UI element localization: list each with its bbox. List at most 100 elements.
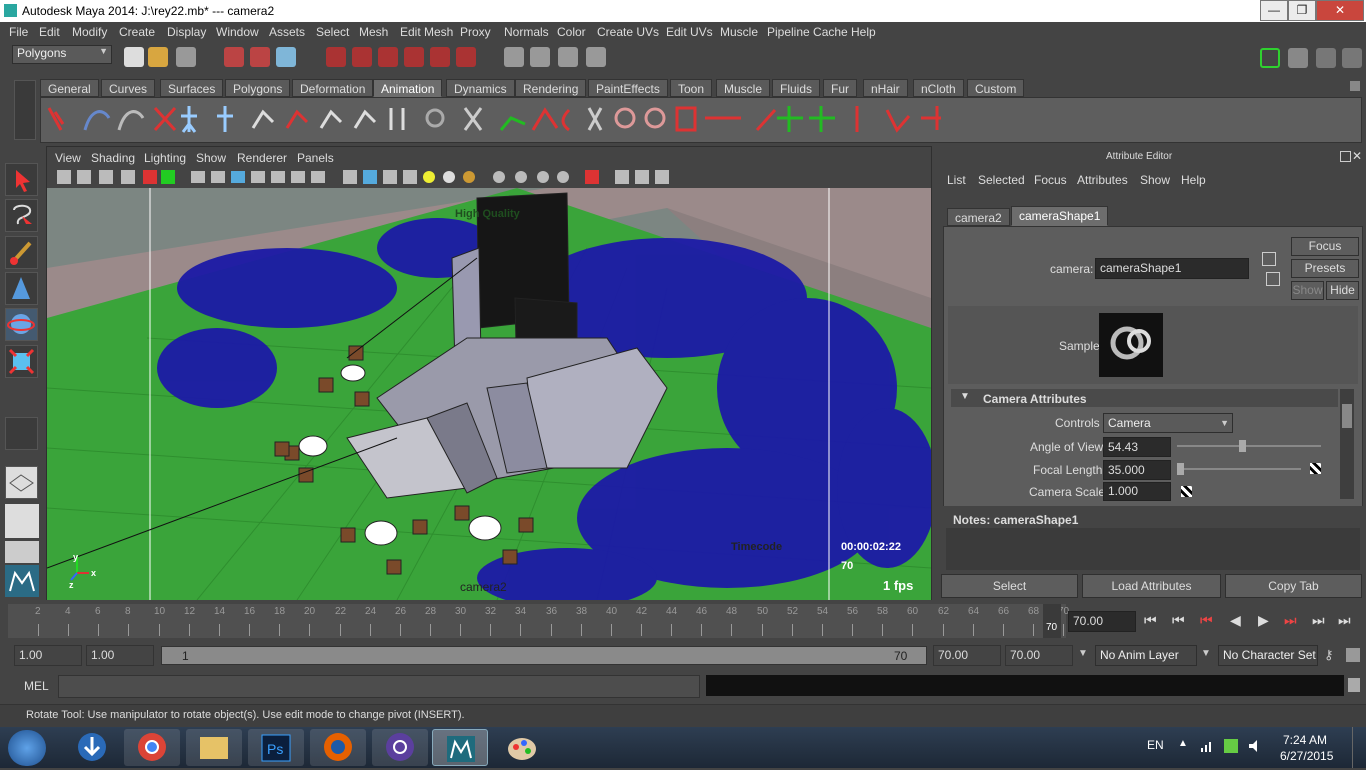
focal-length-slider[interactable] bbox=[1177, 468, 1301, 470]
new-scene-icon[interactable] bbox=[124, 47, 144, 67]
toggle-status-panel-icon[interactable] bbox=[1260, 48, 1280, 68]
focus-button[interactable]: Focus bbox=[1291, 237, 1359, 256]
show-desktop-button[interactable] bbox=[1352, 727, 1366, 768]
tab-fluids[interactable]: Fluids bbox=[772, 79, 821, 97]
menu-assets[interactable]: Assets bbox=[269, 25, 305, 39]
save-scene-icon[interactable] bbox=[176, 47, 196, 67]
show-hidden-icons-icon[interactable]: ▲ bbox=[1178, 738, 1188, 749]
snap-point-icon[interactable] bbox=[378, 47, 398, 67]
rotate-tool-icon[interactable] bbox=[5, 308, 38, 341]
focal-length-slider-thumb[interactable] bbox=[1177, 463, 1184, 475]
auto-key-icon[interactable]: ⚷ bbox=[1324, 647, 1334, 663]
select-component-icon[interactable] bbox=[276, 47, 296, 67]
notes-textarea[interactable] bbox=[946, 528, 1360, 570]
tab-custom[interactable]: Custom bbox=[967, 79, 1025, 97]
focal-length-field[interactable]: 35.000 bbox=[1103, 460, 1171, 480]
snap-curve-icon[interactable] bbox=[352, 47, 372, 67]
taskbar-bittorrent-icon[interactable] bbox=[372, 729, 428, 766]
end-time-field[interactable]: 70.00 bbox=[1005, 645, 1073, 666]
presets-button[interactable]: Presets bbox=[1291, 259, 1359, 278]
maximize-button[interactable]: ❐ bbox=[1288, 0, 1316, 21]
angle-of-view-slider-thumb[interactable] bbox=[1239, 440, 1246, 452]
step-forward-key-icon[interactable]: ⏭ bbox=[1312, 612, 1325, 629]
four-view-layout-icon[interactable] bbox=[5, 504, 39, 538]
ae-tab-camerashape1[interactable]: cameraShape1 bbox=[1011, 206, 1109, 226]
mel-label[interactable]: MEL bbox=[24, 679, 49, 693]
load-attributes-button[interactable]: Load Attributes bbox=[1082, 574, 1221, 598]
menu-create-uvs[interactable]: Create UVs bbox=[597, 25, 659, 39]
close-panel-icon[interactable]: ✕ bbox=[1352, 149, 1362, 163]
menu-muscle[interactable]: Muscle bbox=[720, 25, 758, 39]
minimize-button[interactable]: — bbox=[1260, 0, 1288, 21]
tab-ncloth[interactable]: nCloth bbox=[913, 79, 964, 97]
taskbar-maya-icon[interactable] bbox=[432, 729, 488, 766]
tab-toon[interactable]: Toon bbox=[670, 79, 713, 97]
command-input[interactable] bbox=[58, 675, 700, 698]
menu-mesh[interactable]: Mesh bbox=[359, 25, 388, 39]
taskbar-paint-icon[interactable] bbox=[494, 729, 550, 766]
volume-icon[interactable] bbox=[1248, 739, 1262, 753]
snap-live-icon[interactable] bbox=[430, 47, 450, 67]
chevron-down-icon[interactable]: ▼ bbox=[1201, 648, 1211, 659]
hide-button[interactable]: Hide bbox=[1326, 281, 1359, 300]
single-perspective-layout-icon[interactable] bbox=[5, 466, 38, 499]
character-set-dropdown[interactable]: No Character Set bbox=[1218, 645, 1318, 666]
network-icon[interactable] bbox=[1200, 739, 1214, 753]
menu-help[interactable]: Help bbox=[851, 25, 876, 39]
taskbar-firefox-icon[interactable] bbox=[310, 729, 366, 766]
menu-edit-uvs[interactable]: Edit UVs bbox=[666, 25, 713, 39]
render-settings-icon[interactable] bbox=[586, 47, 606, 67]
menu-normals[interactable]: Normals bbox=[504, 25, 549, 39]
menu-file[interactable]: File bbox=[9, 25, 28, 39]
tab-animation[interactable]: Animation bbox=[373, 79, 443, 97]
ae-menu-list[interactable]: List bbox=[947, 173, 966, 187]
shelf-options-icon[interactable] bbox=[1350, 81, 1360, 91]
paint-select-tool-icon[interactable] bbox=[5, 236, 38, 269]
open-scene-icon[interactable] bbox=[148, 47, 168, 67]
map-button-icon[interactable] bbox=[1181, 486, 1192, 497]
viewport-menu-renderer[interactable]: Renderer bbox=[237, 151, 287, 165]
menu-edit[interactable]: Edit bbox=[39, 25, 60, 39]
range-slider[interactable]: 1 70 bbox=[161, 646, 927, 665]
taskbar-photoshop-icon[interactable]: Ps bbox=[248, 729, 304, 766]
battery-icon[interactable] bbox=[1224, 739, 1238, 753]
ae-menu-focus[interactable]: Focus bbox=[1034, 173, 1067, 187]
viewport-menu-panels[interactable]: Panels bbox=[297, 151, 334, 165]
float-panel-icon[interactable] bbox=[1340, 151, 1351, 162]
ae-tab-camera2[interactable]: camera2 bbox=[947, 208, 1010, 226]
viewport-3d-scene[interactable]: High Quality Timecode 00:00:02:22 70 1 f… bbox=[47, 188, 931, 600]
tab-fur[interactable]: Fur bbox=[823, 79, 857, 97]
toggle-tool-settings-icon[interactable] bbox=[1316, 48, 1336, 68]
toggle-attribute-editor-icon[interactable] bbox=[1288, 48, 1308, 68]
playback-end-field[interactable]: 70.00 bbox=[933, 645, 1001, 666]
history-icon[interactable] bbox=[504, 47, 524, 67]
play-forwards-icon[interactable]: ▶ bbox=[1258, 612, 1269, 629]
script-editor-icon[interactable] bbox=[1348, 678, 1360, 692]
tab-dynamics[interactable]: Dynamics bbox=[446, 79, 515, 97]
step-back-key-icon[interactable]: ⏮ bbox=[1172, 612, 1185, 629]
viewport-menu-show[interactable]: Show bbox=[196, 151, 226, 165]
tab-polygons[interactable]: Polygons bbox=[225, 79, 291, 97]
tab-curves[interactable]: Curves bbox=[101, 79, 156, 97]
camera-scale-field[interactable]: 1.000 bbox=[1103, 482, 1171, 501]
select-tool-icon[interactable] bbox=[5, 163, 38, 196]
step-back-frame-icon[interactable]: ⏮ bbox=[1200, 612, 1213, 629]
controls-dropdown[interactable]: Camera ▼ bbox=[1103, 413, 1233, 433]
ae-menu-attributes[interactable]: Attributes bbox=[1077, 173, 1128, 187]
go-to-input-icon[interactable] bbox=[1262, 252, 1276, 266]
select-button[interactable]: Select bbox=[941, 574, 1078, 598]
angle-of-view-field[interactable]: 54.43 bbox=[1103, 437, 1171, 457]
menu-edit-mesh[interactable]: Edit Mesh bbox=[400, 25, 453, 39]
clock-time[interactable]: 7:24 AM bbox=[1283, 733, 1327, 747]
ipr-render-icon[interactable] bbox=[558, 47, 578, 67]
select-object-icon[interactable] bbox=[250, 47, 270, 67]
snap-grid-icon[interactable] bbox=[326, 47, 346, 67]
tab-rendering[interactable]: Rendering bbox=[515, 79, 587, 97]
menuset-dropdown[interactable]: Polygons ▼ bbox=[12, 45, 112, 64]
tab-surfaces[interactable]: Surfaces bbox=[160, 79, 224, 97]
ae-menu-selected[interactable]: Selected bbox=[978, 173, 1025, 187]
map-button-icon[interactable] bbox=[1310, 463, 1321, 474]
menu-pipeline-cache[interactable]: Pipeline Cache bbox=[767, 25, 848, 39]
copy-tab-button[interactable]: Copy Tab bbox=[1225, 574, 1362, 598]
ae-scrollbar-thumb[interactable] bbox=[1342, 404, 1352, 428]
